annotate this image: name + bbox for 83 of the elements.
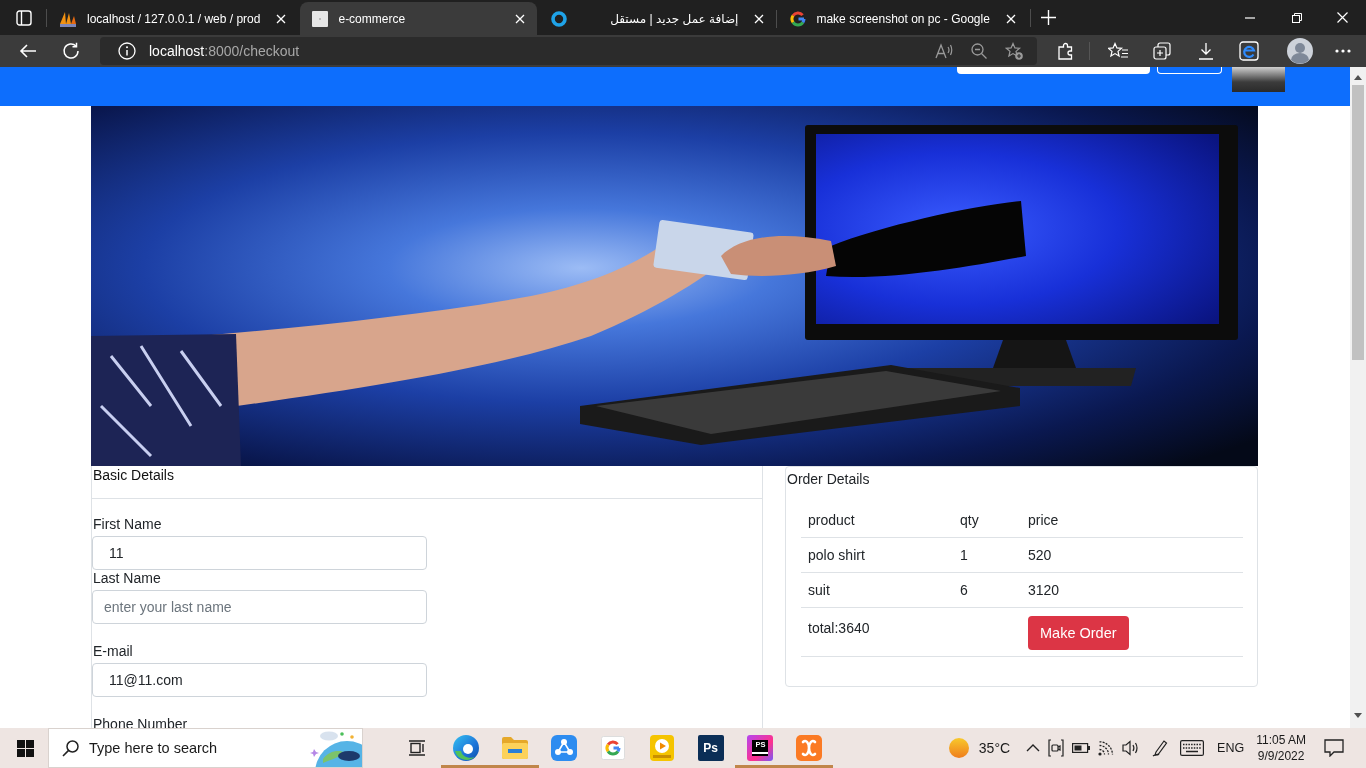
favorites-icon[interactable]: [1108, 42, 1128, 60]
address-field[interactable]: localhost:8000/checkout: [100, 37, 1037, 65]
column-header: price: [1021, 503, 1243, 538]
section-title: Order Details: [786, 470, 871, 487]
search-box[interactable]: Type here to search: [48, 728, 363, 768]
table-cell: 3120: [1021, 572, 1243, 608]
table-cell: 520: [1021, 537, 1243, 573]
browser-tab[interactable]: make screenshot on pc - Google: [778, 2, 1028, 35]
close-icon[interactable]: [754, 13, 765, 24]
taskbar-app-button[interactable]: Ps: [686, 728, 735, 768]
notification-icon[interactable]: [1324, 739, 1344, 757]
close-icon[interactable]: [1005, 13, 1016, 24]
table-cell: 6: [953, 572, 1021, 608]
close-icon[interactable]: [1337, 12, 1348, 23]
make-order-button[interactable]: Make Order: [1028, 616, 1129, 650]
play-tile-icon: [649, 735, 674, 761]
more-icon[interactable]: [1335, 49, 1351, 53]
section-title: Basic Details: [93, 467, 174, 483]
nav-button[interactable]: [1157, 67, 1222, 74]
browser-tab[interactable]: إضافة عمل جديد | مستقل: [539, 2, 777, 35]
clock-time[interactable]: 11:05 AM: [1256, 732, 1306, 748]
table-cell: suit: [801, 572, 953, 608]
temperature-text[interactable]: 35°C: [978, 740, 1011, 756]
browser-tab[interactable]: localhost / 127.0.0.1 / web / prod: [47, 2, 299, 35]
keyboard-icon[interactable]: [1180, 740, 1205, 756]
sidebar-icon[interactable]: [16, 9, 32, 26]
globe-drawing: [309, 729, 362, 767]
text-field[interactable]: 11: [92, 536, 427, 570]
table-cell: polo shirt: [801, 537, 953, 573]
field-label: E-mail: [93, 643, 133, 659]
camera-icon[interactable]: [1048, 739, 1065, 757]
text-field[interactable]: enter your last name: [92, 590, 427, 624]
folder-icon: [501, 737, 528, 759]
read-aloud-icon[interactable]: [935, 43, 953, 59]
letter-tile: Ps: [697, 735, 724, 761]
ring-icon: [551, 10, 568, 27]
photo-placeholder: [1232, 67, 1285, 92]
task-view-icon[interactable]: [408, 740, 426, 756]
column-header: qty: [953, 503, 1021, 538]
speaker-icon[interactable]: [1122, 740, 1141, 756]
text-field[interactable]: 11@11.com: [92, 663, 427, 697]
g-logo-icon: [790, 10, 807, 27]
field-label: Last Name: [93, 570, 161, 586]
swirl-logo-icon: [452, 735, 479, 761]
clock-date[interactable]: 9/9/2022: [1257, 748, 1305, 764]
close-icon[interactable]: [276, 13, 287, 24]
table-cell: 1: [953, 537, 1021, 573]
scroll-up-icon[interactable]: [1354, 75, 1362, 80]
loop-tile-icon: [795, 735, 822, 761]
zoom-out-icon[interactable]: [971, 43, 987, 59]
collections-icon[interactable]: [1153, 42, 1171, 60]
windows-logo-icon[interactable]: [17, 739, 34, 757]
star-plus-icon[interactable]: [1005, 42, 1023, 60]
share-nodes-icon: [550, 735, 577, 761]
scroll-down-icon[interactable]: [1354, 713, 1362, 718]
close-icon[interactable]: [515, 13, 526, 24]
pen-icon[interactable]: [1152, 739, 1169, 757]
e-logo-icon[interactable]: [1239, 41, 1259, 61]
browser-tab[interactable]: e-commerce: [300, 2, 538, 35]
wifi-icon[interactable]: [1098, 740, 1115, 756]
language-indicator[interactable]: ENG: [1217, 741, 1245, 755]
search-field[interactable]: [957, 67, 1150, 74]
new-tab-icon[interactable]: [1040, 10, 1056, 25]
page-icon: [312, 10, 329, 27]
reload-icon[interactable]: [62, 42, 80, 60]
g-logo-icon: [600, 736, 625, 760]
download-icon[interactable]: [1198, 42, 1214, 60]
back-icon[interactable]: [19, 43, 37, 59]
info-icon[interactable]: [118, 42, 136, 60]
scrollbar-thumb[interactable]: [1352, 85, 1364, 360]
minimize-icon[interactable]: [1245, 16, 1255, 19]
restore-icon[interactable]: [1292, 12, 1302, 23]
column-header: product: [801, 503, 953, 538]
sail-logo-icon: [59, 10, 77, 27]
chevron-up-icon[interactable]: [1026, 744, 1041, 752]
field-label: First Name: [93, 516, 162, 532]
battery-icon[interactable]: [1072, 743, 1091, 753]
puzzle-icon[interactable]: [1057, 42, 1075, 60]
total-text: total:3640: [801, 607, 953, 657]
search-field[interactable]: Type here to search: [89, 737, 309, 759]
scrollbar[interactable]: [1350, 67, 1366, 728]
search-icon: [62, 739, 79, 757]
avatar-icon[interactable]: [1287, 38, 1313, 64]
